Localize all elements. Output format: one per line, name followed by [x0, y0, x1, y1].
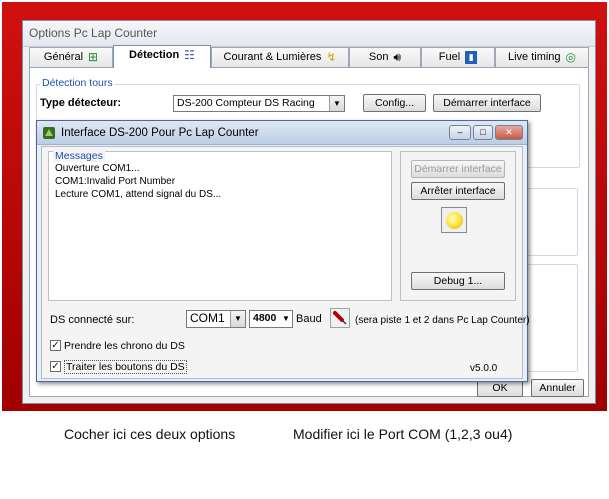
- tab-detection[interactable]: Détection ☷: [113, 45, 211, 68]
- dialog-title: Interface DS-200 Pour Pc Lap Counter: [61, 127, 259, 139]
- speaker-icon: 🔊︎: [393, 50, 402, 65]
- start-interface-dialog-button[interactable]: Démarrer interface: [411, 160, 505, 178]
- com-port-value: COM1: [190, 311, 225, 325]
- app-icon: [43, 127, 55, 139]
- chevron-down-icon[interactable]: ▼: [230, 311, 245, 327]
- baud-value: 4800: [253, 312, 277, 324]
- tab-label: Live timing: [507, 51, 561, 63]
- check-chrono-label: Prendre les chrono du DS: [64, 340, 185, 352]
- stop-interface-button[interactable]: Arrêter interface: [411, 182, 505, 200]
- caption-left: Cocher ici ces deux options: [64, 426, 236, 442]
- messages-box: Messages Ouverture COM1... COM1:Invalid …: [48, 150, 392, 301]
- screwdriver-button[interactable]: [330, 308, 350, 328]
- background-group-1: [520, 188, 578, 256]
- maximize-icon: □: [480, 127, 486, 137]
- chevron-down-icon[interactable]: ▼: [280, 311, 292, 327]
- screwdriver-icon: [333, 311, 347, 325]
- tab-label: Général: [43, 51, 84, 63]
- check-buttons-label: Traiter les boutons du DS: [64, 360, 187, 374]
- close-button[interactable]: ✕: [495, 125, 523, 140]
- lightning-icon: ↯: [326, 50, 337, 65]
- dialog-titlebar: Interface DS-200 Pour Pc Lap Counter ‒ □…: [37, 121, 527, 145]
- interface-controls-box: Démarrer interface Arrêter interface Deb…: [400, 151, 516, 301]
- caption-right: Modifier ici le Port COM (1,2,3 ou4): [293, 426, 513, 442]
- detection-group-label: Détection tours: [40, 77, 115, 89]
- globe-icon: ◎: [565, 50, 577, 65]
- detector-type-value: DS-200 Compteur DS Racing: [177, 97, 315, 109]
- grid-icon: ⊞: [88, 50, 99, 65]
- sensor-icon: ☷: [184, 48, 195, 63]
- baud-label: Baud: [296, 313, 322, 325]
- window-title: Options Pc Lap Counter: [23, 21, 595, 47]
- tab-general[interactable]: Général ⊞: [29, 47, 113, 67]
- tab-label: Courant & Lumières: [223, 51, 322, 63]
- ds200-dialog: Interface DS-200 Pour Pc Lap Counter ‒ □…: [36, 120, 530, 382]
- message-line: Lecture COM1, attend signal du DS...: [55, 189, 222, 200]
- tab-fuel[interactable]: Fuel ▮: [421, 47, 495, 67]
- signal-lamp: [441, 207, 467, 233]
- messages-label: Messages: [53, 150, 105, 162]
- check-chrono-checkbox[interactable]: ✓: [50, 340, 61, 351]
- tab-label: Détection: [129, 49, 180, 61]
- version-label: v5.0.0: [470, 363, 498, 374]
- start-interface-button[interactable]: Démarrer interface: [433, 94, 541, 112]
- tab-label: Fuel: [438, 51, 461, 63]
- maximize-button[interactable]: □: [473, 125, 493, 140]
- tab-son[interactable]: Son 🔊︎: [349, 47, 421, 67]
- debug-button[interactable]: Debug 1...: [411, 272, 505, 290]
- config-button[interactable]: Config...: [363, 94, 426, 112]
- com-port-select[interactable]: COM1 ▼: [186, 310, 246, 328]
- ds-connected-label: DS connecté sur:: [50, 314, 135, 326]
- close-icon: ✕: [505, 127, 513, 137]
- tab-courant-lumieres[interactable]: Courant & Lumières ↯: [211, 47, 349, 67]
- message-line: COM1:Invalid Port Number: [55, 176, 176, 187]
- piste-note: (sera piste 1 et 2 dans Pc Lap Counter): [355, 315, 530, 326]
- minimize-icon: ‒: [457, 127, 463, 137]
- chevron-down-icon[interactable]: ▼: [329, 96, 344, 111]
- cancel-button[interactable]: Annuler: [531, 379, 584, 397]
- tab-label: Son: [368, 51, 389, 63]
- message-line: Ouverture COM1...: [55, 163, 140, 174]
- detector-type-label: Type détecteur:: [40, 97, 122, 109]
- dialog-body: Messages Ouverture COM1... COM1:Invalid …: [41, 146, 530, 379]
- lamp-bulb-icon: [446, 212, 463, 229]
- check-buttons-checkbox[interactable]: ✓: [50, 361, 61, 372]
- fuel-icon: ▮: [465, 50, 478, 64]
- red-frame: Options Pc Lap Counter Général ⊞ Détectio…: [2, 2, 607, 411]
- baud-select[interactable]: 4800 ▼: [249, 310, 293, 328]
- detector-type-select[interactable]: DS-200 Compteur DS Racing ▼: [173, 95, 345, 112]
- tab-live-timing[interactable]: Live timing ◎: [495, 47, 589, 67]
- tab-bar: Général ⊞ Détection ☷ Courant & Lumières ↯ …: [29, 45, 589, 68]
- minimize-button[interactable]: ‒: [449, 125, 471, 140]
